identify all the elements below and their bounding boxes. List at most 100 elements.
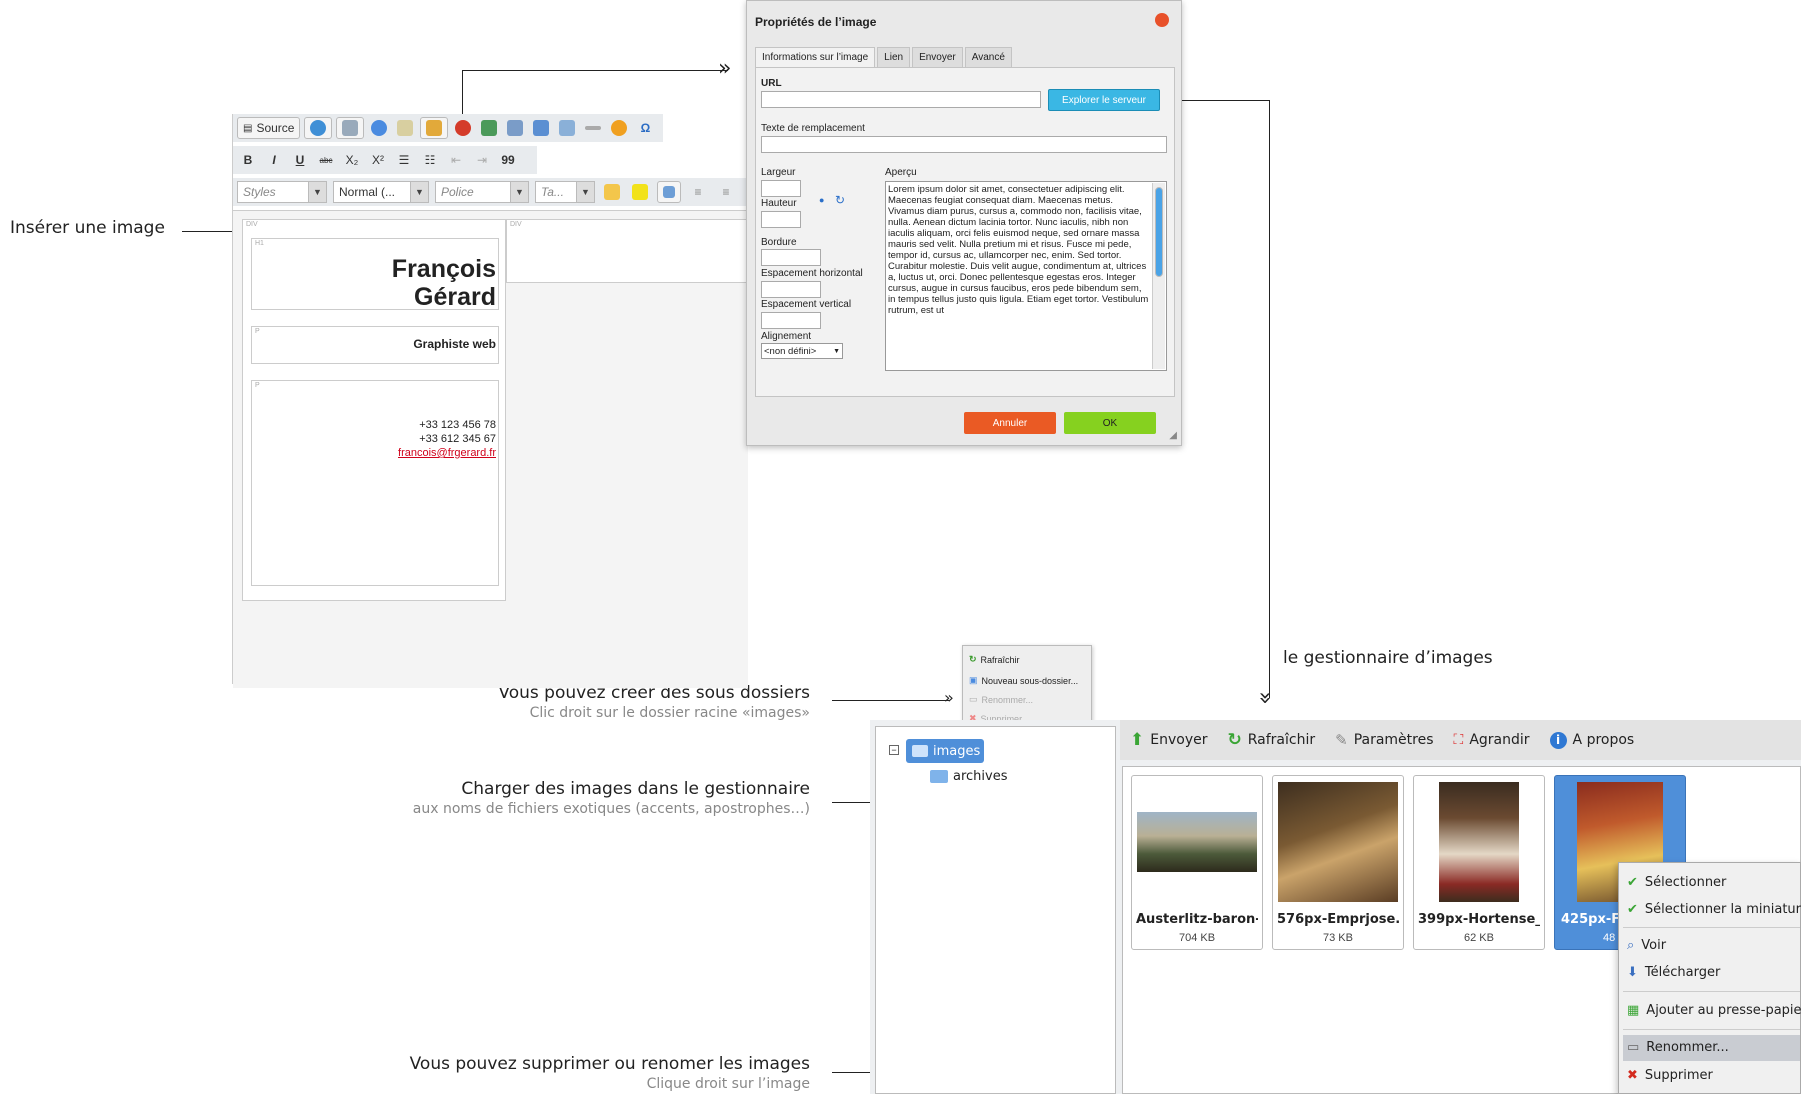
callout-insert-image: Insérer une image [10, 218, 165, 238]
folder-icon [912, 745, 928, 757]
alt-text-field[interactable] [761, 136, 1167, 153]
smiley-button[interactable] [608, 117, 630, 139]
align-right-button[interactable]: ≡ [715, 181, 737, 203]
menu-item-rename-label: Renommer... [981, 694, 1034, 705]
menu-item-view[interactable]: ⌕ Voir [1627, 938, 1666, 953]
refresh-button[interactable]: ↻ Rafraîchir [1227, 730, 1315, 750]
tree-child-archives[interactable]: archives [930, 769, 1008, 784]
blockquote-button[interactable]: 99 [497, 149, 519, 171]
checkmark-icon: ✔ [1627, 902, 1638, 917]
menu-item-refresh[interactable]: ↻ Rafraîchir [969, 654, 1020, 665]
outdent-button[interactable]: ⇤ [445, 149, 467, 171]
strike-button[interactable]: abc [315, 149, 337, 171]
underline-button[interactable]: U [289, 149, 311, 171]
settings-button[interactable]: ✎ Paramètres [1335, 731, 1433, 749]
menu-separator [1623, 1029, 1800, 1030]
menu-item-rename[interactable]: ▭ Renommer... [1627, 1040, 1729, 1055]
flag-button[interactable] [530, 117, 552, 139]
bulleted-list-button[interactable]: ☷ [419, 149, 441, 171]
text-color-button[interactable] [601, 181, 623, 203]
menu-item-new-subfolder[interactable]: ▣ Nouveau sous-dossier... [969, 675, 1078, 686]
upload-button[interactable]: ⬆ Envoyer [1130, 730, 1207, 750]
format-combo[interactable]: Normal (... ▼ [333, 181, 429, 203]
hspace-field[interactable] [761, 281, 821, 298]
file-thumbnail[interactable]: 399px-Hortense_d 62 KB [1413, 775, 1545, 950]
templates-button[interactable] [336, 117, 365, 139]
bold-button[interactable]: B [237, 149, 259, 171]
callout-insert-image-text: Insérer une image [10, 218, 165, 238]
align-select[interactable]: <non défini> ▼ [761, 343, 843, 359]
indent-button[interactable]: ⇥ [471, 149, 493, 171]
bg-color-button[interactable] [629, 181, 651, 203]
tree-child-label: archives [953, 769, 1008, 784]
div-tag-label: DIV [510, 221, 522, 228]
superscript-button[interactable]: X² [367, 149, 389, 171]
menu-item-select[interactable]: ✔ Sélectionner [1627, 875, 1726, 890]
collapse-toggle-icon[interactable]: − [889, 745, 899, 755]
close-icon[interactable] [1155, 13, 1169, 27]
image-properties-dialog: Propriétés de l’image Informations sur l… [746, 0, 1182, 446]
upload-arrow-icon: ⬆ [1130, 730, 1145, 750]
tab-advanced[interactable]: Avancé [964, 47, 1012, 67]
file-thumbnail[interactable]: 576px-Emprjose.jp 73 KB [1272, 775, 1404, 950]
callout-upload: Charger des images dans le gestionnaire … [300, 779, 810, 817]
height-field[interactable] [761, 211, 801, 228]
tree-root-images[interactable]: images [906, 739, 984, 763]
editor-content-area[interactable]: DIV H1 François Gérard P Graphiste web P… [233, 210, 748, 688]
file-name: 399px-Hortense_d [1418, 912, 1540, 927]
preview-button[interactable] [304, 117, 333, 139]
reset-size-icon[interactable]: ↻ [835, 193, 845, 207]
outdent-icon: ⇤ [450, 153, 462, 167]
preview-scrollbar[interactable] [1152, 183, 1165, 369]
menu-item-delete[interactable]: ✖ Supprimer [1627, 1068, 1713, 1083]
numbered-list-button[interactable]: ☰ [393, 149, 415, 171]
find-button[interactable] [504, 117, 526, 139]
menu-item-select-thumbnail[interactable]: ✔ Sélectionner la miniature [1627, 902, 1801, 917]
url-field[interactable] [761, 91, 1041, 108]
tab-link[interactable]: Lien [877, 47, 911, 67]
callout-rename: Vous pouvez supprimer ou renomer les ima… [300, 1054, 810, 1092]
callout-subfolders-sub: Clic droit sur le dossier racine «images… [529, 705, 810, 721]
subscript-button[interactable]: X₂ [341, 149, 363, 171]
heading-block: H1 François Gérard [251, 238, 499, 311]
browse-server-button[interactable]: Explorer le serveur [1048, 89, 1160, 111]
p-tag-label: P [255, 382, 260, 389]
menu-separator [1623, 927, 1800, 928]
ok-button[interactable]: OK [1064, 412, 1156, 434]
anchor-button[interactable] [394, 117, 416, 139]
font-combo[interactable]: Police ▼ [435, 181, 529, 203]
source-button[interactable]: ▤ Source [237, 117, 301, 139]
right-div-block: DIV [506, 219, 748, 283]
menu-item-download[interactable]: ⬇ Télécharger [1627, 965, 1720, 980]
about-button[interactable]: i A propos [1549, 731, 1634, 749]
italic-button[interactable]: I [263, 149, 285, 171]
align-select-value: <non défini> [764, 345, 817, 357]
lock-ratio-icon[interactable]: ● [819, 195, 824, 205]
table-button[interactable] [556, 117, 578, 139]
hr-button[interactable] [582, 117, 604, 139]
email-link[interactable]: francois@frgerard.fr [398, 447, 496, 459]
vspace-field[interactable] [761, 312, 821, 329]
width-field[interactable] [761, 180, 801, 197]
scrollbar-thumb[interactable] [1155, 187, 1163, 277]
omega-icon: Ω [640, 121, 651, 135]
link-button[interactable] [368, 117, 390, 139]
menu-item-clipboard[interactable]: ▦ Ajouter au presse-papier [1627, 1003, 1801, 1018]
flash-button[interactable] [452, 117, 474, 139]
file-thumbnail[interactable]: Austerlitz-baron-Pa 704 KB [1131, 775, 1263, 950]
maximize-icon: ⛶ [1453, 732, 1464, 748]
align-center-button[interactable]: ≡ [687, 181, 709, 203]
styles-combo[interactable]: Styles ▼ [237, 181, 327, 203]
size-combo[interactable]: Ta... ▼ [535, 181, 595, 203]
maximize-button[interactable]: ⛶ Agrandir [1454, 732, 1530, 748]
div-button[interactable] [478, 117, 500, 139]
text-color-icon [604, 184, 620, 200]
border-field[interactable] [761, 249, 821, 266]
resize-grip-icon[interactable]: ◢ [1169, 430, 1177, 441]
tab-upload[interactable]: Envoyer [912, 47, 963, 67]
tab-image-info[interactable]: Informations sur l’image [755, 47, 876, 67]
cancel-button[interactable]: Annuler [964, 412, 1056, 434]
special-char-button[interactable]: Ω [634, 117, 656, 139]
align-left-button[interactable] [657, 181, 681, 203]
insert-image-button[interactable] [420, 117, 449, 139]
